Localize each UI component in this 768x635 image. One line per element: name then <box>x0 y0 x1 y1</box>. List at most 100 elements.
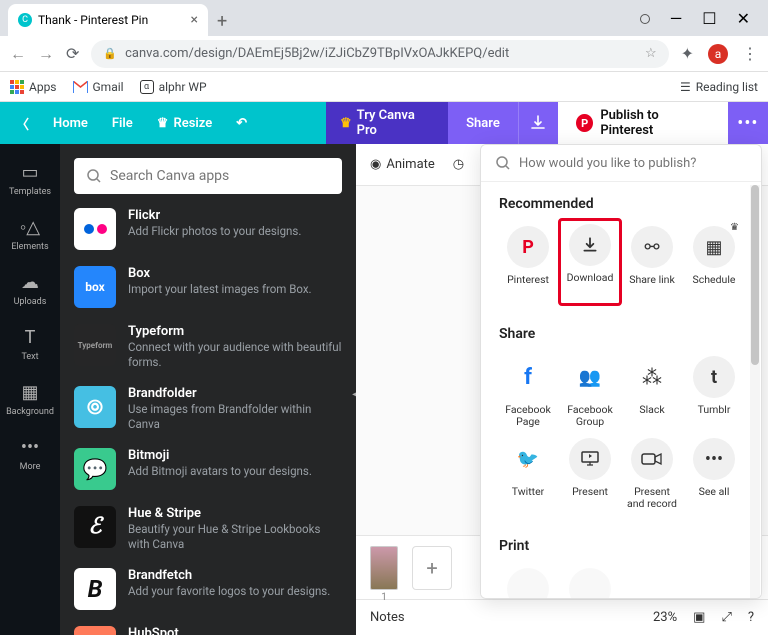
print-option[interactable] <box>561 566 619 599</box>
pinterest-icon: P <box>576 114 593 132</box>
kebab-menu-icon[interactable]: ⋮ <box>742 44 758 63</box>
more-options-button[interactable]: ••• <box>728 102 768 144</box>
canva-topbar: 〈 Home File ♛Resize ↶ ♛ Try Canva Pro Sh… <box>0 102 768 144</box>
nav-text[interactable]: T Text <box>0 319 60 370</box>
ellipsis-icon: ••• <box>693 438 735 480</box>
ellipsis-icon: ••• <box>737 113 758 134</box>
share-button[interactable]: Share <box>448 102 518 144</box>
search-apps-input[interactable] <box>110 168 330 184</box>
url-text: canva.com/design/DAEmEj5Bj2w/iZJiCbZ9TBp… <box>125 46 637 61</box>
close-tab-icon[interactable]: × <box>191 12 198 28</box>
object-panel-nav: ▭ Templates ◦△ Elements ☁ Uploads T Text… <box>0 144 60 635</box>
present-icon <box>569 438 611 480</box>
fullscreen-icon[interactable]: ⤢ <box>721 610 731 625</box>
reload-icon[interactable]: ⟳ <box>66 44 79 63</box>
app-row-brandfolder[interactable]: ⦾BrandfolderUse images from Brandfolder … <box>74 386 342 432</box>
nav-elements[interactable]: ◦△ Elements <box>0 209 60 260</box>
app-description: Beautify your Hue & Stripe Lookbooks wit… <box>128 522 342 552</box>
undo-button[interactable]: ↶ <box>236 116 247 131</box>
app-row-brandfetch[interactable]: BBrandfetchAdd your favorite logos to yo… <box>74 568 342 610</box>
app-row-hubspot[interactable]: HubSpot <box>74 626 342 635</box>
star-icon[interactable]: ☆ <box>645 46 657 61</box>
nav-background[interactable]: ▦ Background <box>0 374 60 425</box>
forward-icon[interactable]: → <box>38 44 54 64</box>
extensions-icon[interactable]: ✦ <box>681 44 694 63</box>
browser-tab[interactable]: C Thank - Pinterest Pin × <box>8 4 208 36</box>
app-icon: B <box>74 568 116 610</box>
download-icon <box>530 115 546 131</box>
back-icon[interactable]: ← <box>10 44 26 64</box>
download-button[interactable] <box>518 102 558 144</box>
tumblr-icon: t <box>693 356 735 398</box>
publish-option-sharelink[interactable]: ⚯ Share link <box>623 224 681 300</box>
share-option-see-all[interactable]: ••• See all <box>685 436 743 512</box>
nav-uploads[interactable]: ☁ Uploads <box>0 264 60 315</box>
app-row-hue-stripe[interactable]: ℰHue & StripeBeautify your Hue & Stripe … <box>74 506 342 552</box>
share-option-tumblr[interactable]: t Tumblr <box>685 354 743 430</box>
publish-option-download[interactable]: Download <box>558 218 622 306</box>
share-option-present-record[interactable]: Present and record <box>623 436 681 512</box>
option-label: Facebook Page <box>501 404 555 428</box>
url-input[interactable]: 🔒 canva.com/design/DAEmEj5Bj2w/iZJiCbZ9T… <box>91 40 668 68</box>
reading-list[interactable]: ☰ Reading list <box>680 80 758 94</box>
nav-more[interactable]: ••• More <box>0 429 60 480</box>
bookmark-gmail[interactable]: Gmail <box>73 80 124 94</box>
app-row-box[interactable]: boxBoxImport your latest images from Box… <box>74 266 342 308</box>
alphr-icon: α <box>140 80 154 94</box>
close-window-icon[interactable]: ✕ <box>737 9 750 28</box>
add-page-button[interactable]: + <box>412 546 452 590</box>
animate-button[interactable]: ◉ Animate <box>370 157 435 172</box>
resize-menu[interactable]: ♛Resize <box>157 116 212 131</box>
publish-option-schedule[interactable]: ▦♛ Schedule <box>685 224 743 300</box>
timer-button[interactable]: ◷ <box>453 157 464 172</box>
search-apps-field[interactable] <box>74 158 342 194</box>
publish-option-pinterest[interactable]: P Pinterest <box>499 224 557 300</box>
bookmark-apps[interactable]: Apps <box>10 80 57 94</box>
pinterest-icon: P <box>507 226 549 268</box>
resize-label: Resize <box>173 116 212 131</box>
home-link[interactable]: Home <box>53 116 88 131</box>
app-row-bitmoji[interactable]: 💬BitmojiAdd Bitmoji avatars to your desi… <box>74 448 342 490</box>
option-label: See all <box>699 486 730 510</box>
publish-to-pinterest-button[interactable]: P Publish to Pinterest <box>564 107 722 139</box>
scrollbar-thumb[interactable] <box>751 185 759 365</box>
publish-search-input[interactable] <box>519 156 747 171</box>
share-option-present[interactable]: Present <box>561 436 619 512</box>
elements-icon: ◦△ <box>20 217 40 238</box>
background-icon: ▦ <box>21 382 38 403</box>
publish-search[interactable] <box>481 145 761 182</box>
app-row-typeform[interactable]: TypeformTypeformConnect with your audien… <box>74 324 342 370</box>
nav-templates[interactable]: ▭ Templates <box>0 154 60 205</box>
minimize-icon[interactable]: — <box>670 9 683 28</box>
option-label: Share link <box>629 274 675 298</box>
zoom-level[interactable]: 23% <box>653 610 677 625</box>
page-thumbnail-1[interactable]: 1 <box>370 546 398 590</box>
browser-account-icon[interactable] <box>640 14 650 24</box>
popup-scrollbar[interactable] <box>750 185 760 598</box>
app-list: FlickrAdd Flickr photos to your designs.… <box>74 208 342 635</box>
share-option-facebook-group[interactable]: 👥 Facebook Group <box>561 354 619 430</box>
share-option-twitter[interactable]: 🐦 Twitter <box>499 436 557 512</box>
option-label: Slack <box>639 404 664 428</box>
profile-avatar[interactable]: a <box>708 44 728 64</box>
app-icon <box>74 626 116 635</box>
share-option-slack[interactable]: ⁂ Slack <box>623 354 681 430</box>
notes-button[interactable]: Notes <box>370 610 405 625</box>
slack-icon: ⁂ <box>631 356 673 398</box>
more-icon: ••• <box>21 437 39 458</box>
file-menu[interactable]: File <box>112 116 133 131</box>
app-row-flickr[interactable]: FlickrAdd Flickr photos to your designs. <box>74 208 342 250</box>
new-tab-button[interactable]: + <box>208 7 236 36</box>
nav-label: Uploads <box>14 297 47 307</box>
print-option[interactable] <box>499 566 557 599</box>
share-option-facebook-page[interactable]: f Facebook Page <box>499 354 557 430</box>
option-label: Twitter <box>512 486 544 510</box>
bookmark-alphr[interactable]: α alphr WP <box>140 80 207 94</box>
grid-view-icon[interactable]: ▣ <box>693 610 705 625</box>
help-icon[interactable]: ? <box>748 610 754 625</box>
crown-icon: ♛ <box>340 116 352 131</box>
back-button[interactable]: 〈 <box>16 114 29 133</box>
maximize-icon[interactable]: ☐ <box>702 9 716 28</box>
print-thumb-icon <box>569 568 611 599</box>
try-canva-pro-button[interactable]: ♛ Try Canva Pro <box>326 102 448 144</box>
